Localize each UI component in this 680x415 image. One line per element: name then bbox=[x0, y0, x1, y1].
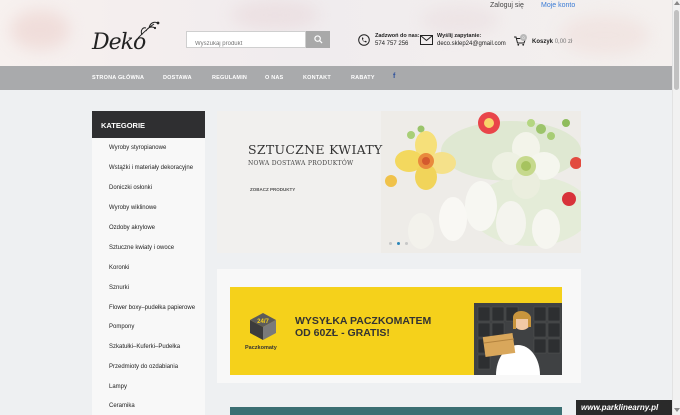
logo[interactable]: Deko bbox=[92, 18, 162, 58]
scroll-down-icon[interactable] bbox=[674, 408, 680, 412]
promo-line-1: WYSYŁKA PACZKOMATEM bbox=[295, 315, 432, 327]
parcel-brand: Paczkomaty bbox=[245, 345, 277, 351]
header: Zaloguj się Moje konto Deko Zadzwoń do n… bbox=[0, 0, 672, 66]
nav-item-terms[interactable]: REGULAMIN bbox=[212, 75, 247, 81]
search-input[interactable] bbox=[187, 36, 305, 52]
slide-subtitle: NOWA DOSTAWA PRODUKTÓW bbox=[248, 160, 354, 167]
header-decoration bbox=[420, 5, 500, 35]
category-item[interactable]: Doniczki osłonki bbox=[109, 185, 152, 191]
facebook-icon[interactable]: f bbox=[393, 73, 395, 80]
category-item[interactable]: Koronki bbox=[109, 265, 129, 271]
category-item[interactable]: Pompony bbox=[109, 324, 134, 330]
parcel-locker-image bbox=[474, 293, 562, 375]
mail-icon bbox=[420, 35, 433, 45]
category-item[interactable]: Sztuczne kwiaty i owoce bbox=[109, 245, 174, 251]
header-decoration bbox=[230, 0, 320, 30]
cart-link[interactable]: Koszyk 0,00 zł bbox=[532, 39, 572, 45]
category-item[interactable]: Flower boxy–pudełka papierowe bbox=[109, 305, 195, 311]
slider-dot[interactable] bbox=[389, 242, 392, 245]
nav-item-contact[interactable]: KONTAKT bbox=[303, 75, 331, 81]
next-banner-strip bbox=[230, 407, 562, 415]
email-address[interactable]: deco.sklep24@gmail.com bbox=[437, 40, 506, 48]
category-item[interactable]: Wyroby wiklinowe bbox=[109, 205, 157, 211]
flowers-image bbox=[381, 111, 581, 253]
category-item[interactable]: Szkatułki–Kuferki–Pudełka bbox=[109, 344, 180, 350]
phone-number[interactable]: 574 757 256 bbox=[375, 40, 420, 48]
mail-contact: Wyślij zapytanie: deco.sklep24@gmail.com bbox=[437, 32, 506, 48]
main-nav: STRONA GŁÓWNA DOSTAWA REGULAMIN O NAS KO… bbox=[0, 66, 672, 90]
category-item[interactable]: Ozdoby akrylowe bbox=[109, 225, 155, 231]
category-item[interactable]: Przedmioty do ozdabiania bbox=[109, 364, 178, 370]
watermark: www.parklinearny.pl bbox=[576, 400, 680, 415]
nav-item-discounts[interactable]: RABATY bbox=[351, 75, 375, 81]
category-item[interactable]: Ceramika bbox=[109, 403, 135, 409]
slider-dot-active[interactable] bbox=[397, 242, 400, 245]
page: Zaloguj się Moje konto Deko Zadzwoń do n… bbox=[0, 0, 680, 415]
page-scrollbar[interactable] bbox=[672, 0, 680, 415]
parcel-locker-icon: 24/7 bbox=[250, 313, 276, 340]
nav-item-about[interactable]: O NAS bbox=[265, 75, 283, 81]
cart-count-badge: 0 bbox=[520, 34, 527, 41]
sidebar-title: KATEGORIE bbox=[101, 121, 146, 130]
scroll-up-icon[interactable] bbox=[674, 1, 680, 5]
search-icon bbox=[313, 35, 323, 44]
header-decoration bbox=[10, 10, 70, 50]
slider-dot[interactable] bbox=[405, 242, 408, 245]
slide-cta-link[interactable]: ZOBACZ PRODUKTY bbox=[250, 187, 295, 192]
phone-contact: Zadzwoń do nas: 574 757 256 bbox=[375, 32, 420, 48]
sidebar-header: KATEGORIE bbox=[92, 111, 205, 138]
login-link[interactable]: Zaloguj się bbox=[490, 2, 524, 9]
category-item[interactable]: Lampy bbox=[109, 384, 127, 390]
category-item[interactable]: Wyroby styropianowe bbox=[109, 145, 166, 151]
search-button[interactable] bbox=[306, 31, 330, 48]
cart-amount: 0,00 zł bbox=[554, 39, 573, 45]
promo-text: WYSYŁKA PACZKOMATEM OD 60ZŁ - GRATIS! bbox=[295, 315, 431, 339]
hero-slider[interactable]: SZTUCZNE KWIATY NOWA DOSTAWA PRODUKTÓW Z… bbox=[217, 111, 581, 253]
search-field bbox=[186, 31, 306, 52]
account-link[interactable]: Moje konto bbox=[541, 2, 575, 9]
mail-title: Wyślij zapytanie: bbox=[437, 33, 482, 39]
category-item[interactable]: Sznurki bbox=[109, 285, 129, 291]
svg-text:24/7: 24/7 bbox=[257, 319, 269, 325]
category-sidebar: Wyroby styropianowe Wstążki i materiały … bbox=[92, 138, 205, 415]
scroll-thumb[interactable] bbox=[674, 10, 679, 90]
nav-item-home[interactable]: STRONA GŁÓWNA bbox=[92, 75, 144, 81]
cart-label: Koszyk bbox=[532, 39, 554, 45]
category-item[interactable]: Wstążki i materiały dekoracyjne bbox=[109, 165, 193, 171]
promo-banner[interactable]: 24/7 Paczkomaty WYSYŁKA PACZKOMATEM OD 6… bbox=[230, 287, 562, 375]
nav-item-delivery[interactable]: DOSTAWA bbox=[163, 75, 192, 81]
promo-line-2: OD 60ZŁ - GRATIS! bbox=[295, 327, 390, 339]
logo-flourish-icon bbox=[137, 21, 160, 39]
slide-title: SZTUCZNE KWIATY bbox=[248, 142, 383, 157]
phone-title: Zadzwoń do nas: bbox=[375, 33, 420, 39]
header-decoration bbox=[560, 15, 650, 55]
phone-icon bbox=[358, 34, 370, 46]
